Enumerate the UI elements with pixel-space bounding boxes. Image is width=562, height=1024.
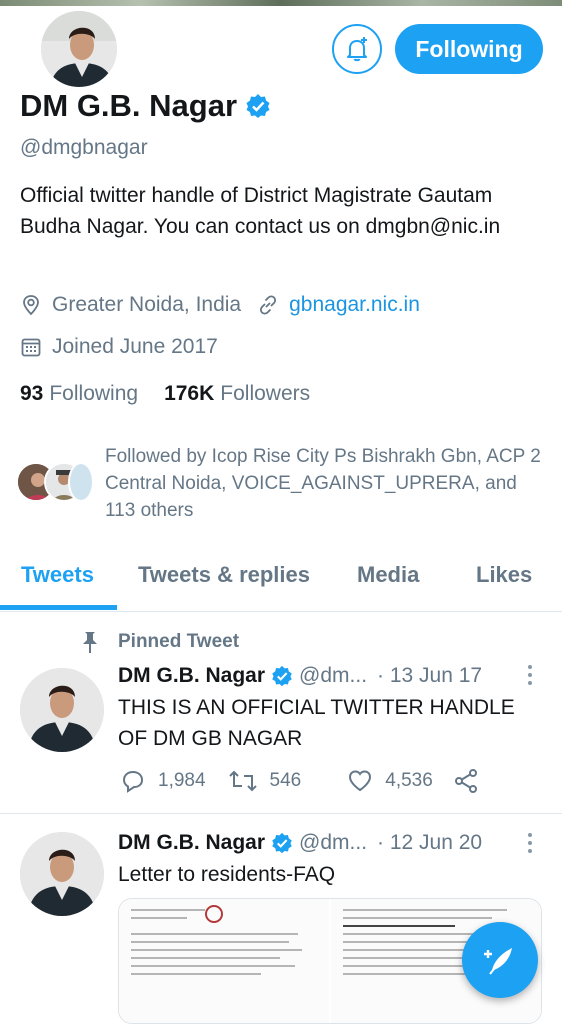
tweet-author-avatar[interactable] [20,668,104,752]
following-count-link[interactable]: 93 Following [20,382,138,406]
tweet-author-name[interactable]: DM G.B. Nagar [118,831,265,855]
tweet-date[interactable]: · 13 Jun 17 [377,664,482,688]
reply-button[interactable]: 1,984 [120,768,206,794]
profile-handle: @dmgbnagar [20,136,148,159]
verified-badge-icon [272,665,292,687]
calendar-icon [21,338,41,357]
followed-by-avatars[interactable] [16,462,96,504]
like-button[interactable]: 4,536 [347,769,433,793]
profile-name: DM G.B. Nagar [20,88,238,123]
follow-counts: 93 Following 176K Followers [20,382,310,406]
compose-tweet-button[interactable] [462,922,538,998]
verified-badge-icon [246,94,270,118]
tweet-text: THIS IS AN OFFICIAL TWITTER HANDLE OF DM… [118,696,515,750]
profile-bio: Official twitter handle of District Magi… [20,184,501,238]
active-tab-indicator [0,605,117,610]
compose-feather-icon [484,948,512,975]
like-count: 4,536 [385,770,433,791]
reply-count: 1,984 [158,770,206,791]
followed-by-text[interactable]: Followed by Icop Rise City Ps Bishrakh G… [105,443,550,524]
verified-badge-icon [272,832,292,854]
heart-icon [349,770,372,792]
share-button[interactable] [453,768,491,794]
tab-tweets[interactable]: Tweets [21,562,94,588]
following-button[interactable]: Following [395,24,543,74]
profile-meta-joined-row: Joined June 2017 [20,335,218,359]
tweet-author-handle[interactable]: @dm... [299,664,367,688]
profile-tabs: Tweets Tweets & replies Media Likes [0,552,562,612]
profile-website-link[interactable]: gbnagar.nic.in [289,293,420,317]
retweet-icon [228,770,257,792]
tab-tweets-and-replies[interactable]: Tweets & replies [138,562,310,588]
location-pin-icon [23,295,39,316]
tweet-author-handle[interactable]: @dm... [299,831,367,855]
tweet-header: DM G.B. Nagar @dm... · 12 Jun 20 [118,831,482,855]
more-options-icon[interactable] [526,664,534,686]
followers-count-link[interactable]: 176K Followers [164,382,310,406]
tweet-header: DM G.B. Nagar @dm... · 13 Jun 17 [118,664,482,688]
tweet-text: Letter to residents-FAQ [118,863,336,886]
tweet-date[interactable]: · 12 Jun 20 [377,831,482,855]
profile-joined-date: Joined June 2017 [52,335,218,358]
tweet-author-avatar[interactable] [20,832,104,916]
more-options-icon[interactable] [526,832,534,854]
letter-image-1[interactable] [119,899,329,1023]
profile-location: Greater Noida, India [52,293,242,316]
retweet-button[interactable]: 546 [228,768,302,794]
profile-name-row: DM G.B. Nagar [20,88,271,124]
tab-likes[interactable]: Likes [476,562,532,588]
bell-plus-icon [347,37,367,62]
tweet-author-name[interactable]: DM G.B. Nagar [118,664,265,688]
pin-icon [83,632,97,653]
share-icon [454,769,477,793]
notifications-bell-button[interactable] [332,24,382,74]
profile-avatar[interactable] [38,8,120,90]
retweet-count: 546 [269,770,302,791]
avatar [68,462,94,502]
profile-banner[interactable] [0,0,562,6]
tweet-divider [0,813,562,814]
tab-media[interactable]: Media [357,562,419,588]
profile-meta-location-row: Greater Noida, India gbnagar.nic.in [20,293,420,317]
pinned-tweet-label: Pinned Tweet [118,631,240,652]
reply-icon [122,770,144,793]
pinned-tweet-label-row: Pinned Tweet [80,630,239,654]
link-icon [260,295,277,315]
tweet-actions: 1,984 546 4,536 [120,768,491,794]
